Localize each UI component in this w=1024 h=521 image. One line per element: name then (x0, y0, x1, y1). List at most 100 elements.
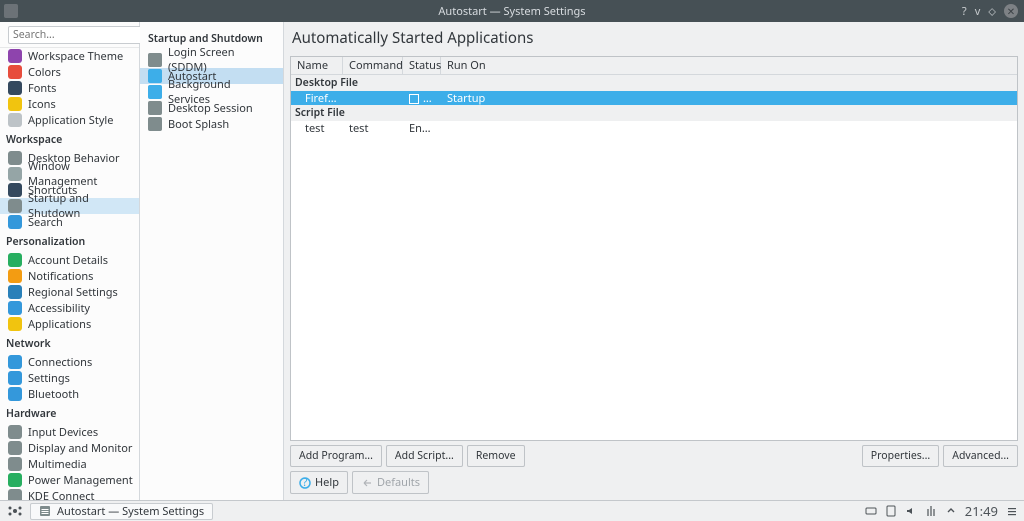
status-checkbox[interactable] (409, 94, 419, 104)
tray-clipboard-icon[interactable] (885, 505, 897, 517)
table-row[interactable]: testtestEnabl...Startup (291, 121, 1017, 135)
subnav-item-icon (148, 101, 162, 115)
sidebar-item[interactable]: Account Details (0, 252, 139, 268)
sidebar-item[interactable]: Power Management (0, 472, 139, 488)
subnav-item-icon (148, 53, 162, 67)
sidebar-item-icon (8, 355, 22, 369)
sidebar-item[interactable]: Notifications (0, 268, 139, 284)
subnav-item-icon (148, 117, 162, 131)
col-command[interactable]: Command (343, 57, 403, 74)
content: Automatically Started Applications Name … (284, 22, 1024, 500)
table-row[interactable]: Firefox ...E...Startup (291, 91, 1017, 105)
sidebar-item[interactable]: Workspace Theme (0, 48, 139, 64)
sidebar-item-icon (8, 183, 22, 197)
titlebar: Autostart — System Settings ? v ⬦ ✕ (0, 0, 1024, 22)
sidebar-top (0, 22, 139, 48)
settings-icon (39, 505, 51, 517)
sidebar-item-label: Regional Settings (28, 285, 118, 300)
sidebar: Workspace ThemeColorsFontsIconsApplicati… (0, 22, 140, 500)
subnav: Startup and Shutdown Login Screen (SDDM)… (140, 22, 284, 500)
sidebar-group-header: Personalization (0, 230, 139, 252)
table-spacer (291, 135, 1017, 440)
sidebar-item[interactable]: Icons (0, 96, 139, 112)
sidebar-item-icon (8, 473, 22, 487)
tray-menu-icon[interactable] (1006, 505, 1018, 517)
minimize-icon[interactable]: v (975, 4, 981, 19)
subnav-item-label: Desktop Session (168, 101, 253, 116)
sidebar-item-label: Multimedia (28, 457, 87, 472)
cell-command: test (343, 121, 403, 136)
sidebar-item-icon (8, 457, 22, 471)
sidebar-item-icon (8, 215, 22, 229)
sidebar-item[interactable]: Bluetooth (0, 386, 139, 402)
sidebar-item[interactable]: Connections (0, 354, 139, 370)
sidebar-item-label: Colors (28, 65, 61, 80)
subnav-item[interactable]: Boot Splash (140, 116, 283, 132)
help-icon[interactable]: ? (962, 4, 967, 19)
task-label: Autostart — System Settings (57, 504, 204, 519)
sidebar-item-label: Account Details (28, 253, 108, 268)
sidebar-item-icon (8, 81, 22, 95)
sidebar-item[interactable]: Regional Settings (0, 284, 139, 300)
system-tray: 21:49 (865, 502, 1018, 520)
app-icon (4, 4, 18, 18)
sidebar-item[interactable]: Accessibility (0, 300, 139, 316)
action-button-row: Add Program... Add Script... Remove Prop… (290, 445, 1018, 467)
remove-button[interactable]: Remove (467, 445, 525, 467)
tray-network-icon[interactable] (925, 505, 937, 517)
clock[interactable]: 21:49 (965, 502, 998, 520)
sidebar-list[interactable]: Workspace ThemeColorsFontsIconsApplicati… (0, 48, 139, 500)
sidebar-item[interactable]: Display and Monitor (0, 440, 139, 456)
sidebar-item-label: Bluetooth (28, 387, 79, 402)
table-body: Desktop FileFirefox ...E...StartupScript… (291, 75, 1017, 135)
sidebar-item[interactable]: Fonts (0, 80, 139, 96)
task-button[interactable]: Autostart — System Settings (30, 503, 213, 520)
subnav-item[interactable]: Background Services (140, 84, 283, 100)
advanced-button[interactable]: Advanced... (943, 445, 1018, 467)
sidebar-item[interactable]: Application Style (0, 112, 139, 128)
page-title: Automatically Started Applications (290, 26, 1018, 52)
footer-button-row: ? Help Defaults (290, 471, 1018, 494)
sidebar-item-icon (8, 489, 22, 500)
sidebar-item-label: Power Management (28, 473, 133, 488)
close-icon[interactable]: ✕ (1004, 4, 1018, 18)
subnav-item[interactable]: Login Screen (SDDM) (140, 52, 283, 68)
sidebar-item-icon (8, 269, 22, 283)
sidebar-item-icon (8, 441, 22, 455)
sidebar-item[interactable]: Input Devices (0, 424, 139, 440)
sidebar-item[interactable]: Startup and Shutdown (0, 198, 139, 214)
col-status[interactable]: Status (403, 57, 441, 74)
col-name[interactable]: Name (291, 57, 343, 74)
defaults-button: Defaults (352, 471, 429, 494)
window-body: Workspace ThemeColorsFontsIconsApplicati… (0, 22, 1024, 500)
sidebar-item-icon (8, 151, 22, 165)
properties-button[interactable]: Properties... (862, 445, 939, 467)
tray-volume-icon[interactable] (905, 505, 917, 517)
sidebar-item[interactable]: Window Management (0, 166, 139, 182)
sidebar-item[interactable]: Settings (0, 370, 139, 386)
help-label: Help (315, 475, 339, 490)
add-script-button[interactable]: Add Script... (386, 445, 463, 467)
col-runon[interactable]: Run On (441, 57, 1017, 74)
add-program-button[interactable]: Add Program... (290, 445, 382, 467)
help-button[interactable]: ? Help (290, 471, 348, 494)
sidebar-item-icon (8, 65, 22, 79)
sidebar-group-header: Network (0, 332, 139, 354)
cell-status: E... (403, 91, 441, 106)
sidebar-item-label: Fonts (28, 81, 56, 96)
sidebar-item[interactable]: Colors (0, 64, 139, 80)
sidebar-item[interactable]: Applications (0, 316, 139, 332)
window-controls: ? v ⬦ ✕ (962, 4, 1018, 19)
sidebar-item[interactable]: Multimedia (0, 456, 139, 472)
cell-runon: Startup (441, 91, 1017, 106)
sidebar-item-icon (8, 317, 22, 331)
tray-storage-icon[interactable] (865, 505, 877, 517)
sidebar-item-label: Search (28, 215, 63, 230)
tray-expand-icon[interactable] (945, 505, 957, 517)
maximize-icon[interactable]: ⬦ (988, 4, 996, 19)
app-launcher-icon[interactable] (6, 502, 24, 520)
sidebar-item-icon (8, 97, 22, 111)
sidebar-item-icon (8, 387, 22, 401)
sidebar-item[interactable]: KDE Connect (0, 488, 139, 500)
sidebar-item-label: Accessibility (28, 301, 90, 316)
